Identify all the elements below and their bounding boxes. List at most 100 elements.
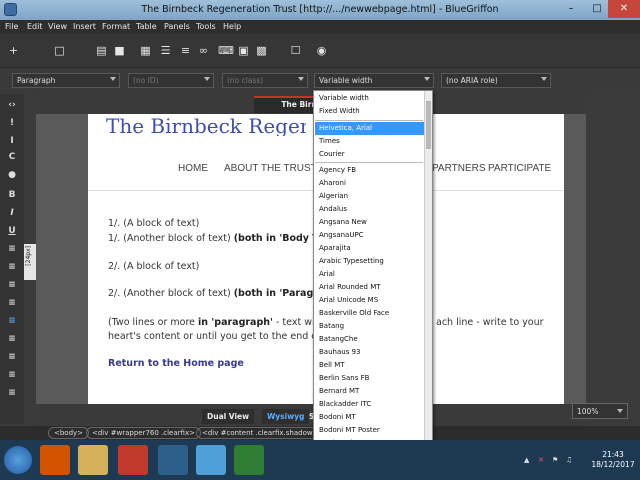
tray-arrow-icon[interactable]: ▲ (524, 456, 529, 464)
home-page-link[interactable]: Return to the Home page (108, 358, 244, 369)
file-explorer-icon[interactable] (78, 445, 108, 475)
dropdown-font-item[interactable]: Arial Rounded MT (315, 281, 425, 294)
dropdown-item-times[interactable]: Times (315, 135, 425, 148)
bluegriffon-taskbar-icon[interactable] (234, 445, 264, 475)
zoom-select[interactable]: 100% (572, 403, 628, 419)
start-button[interactable] (4, 446, 32, 474)
table-icon[interactable]: ▦ (140, 45, 151, 56)
dropdown-font-item[interactable]: AngsanaUPC (315, 229, 425, 242)
sidebar-c-icon[interactable]: C (6, 152, 18, 162)
system-clock[interactable]: 21:43 18/12/2017 (588, 450, 638, 470)
bold-button[interactable]: B (6, 190, 18, 200)
aria-role-select[interactable]: (no ARIA role) (441, 73, 551, 88)
text-line-1[interactable]: 1/. (A block of text) (108, 218, 199, 229)
menu-panels[interactable]: Panels (164, 22, 190, 31)
sidebar-align-icon[interactable]: ≡ (6, 298, 18, 308)
breadcrumb-wrapper[interactable]: <div #wrapper760 .clearfix> (86, 427, 201, 439)
dropdown-font-item[interactable]: Aparajita (315, 242, 425, 255)
sidebar-align-icon[interactable]: ≡ (6, 316, 18, 326)
save-icon[interactable]: ▤ (96, 45, 107, 56)
dropdown-font-item[interactable]: Bell MT (315, 359, 425, 372)
paragraph-line-2[interactable]: heart's content or until you get to the … (108, 331, 341, 342)
open-icon[interactable]: □ (54, 45, 65, 56)
globe-icon[interactable]: ◉ (316, 45, 327, 56)
sidebar-info-icon[interactable]: I (6, 136, 18, 146)
paragraph-format-select[interactable]: Paragraph (12, 73, 120, 88)
new-icon[interactable]: + (8, 45, 19, 56)
network-icon[interactable]: ✕ (538, 456, 544, 464)
bullets-icon[interactable]: ≡ (180, 45, 191, 56)
class-select[interactable]: (no class) (222, 73, 308, 88)
dropdown-font-item[interactable]: Bauhaus 93 (315, 346, 425, 359)
italic-button[interactable]: I (6, 208, 18, 218)
sidebar-align-icon[interactable]: ≡ (6, 334, 18, 344)
menu-edit[interactable]: Edit (27, 22, 43, 31)
nav-home[interactable]: HOME (178, 163, 208, 174)
firefox-icon[interactable] (40, 445, 70, 475)
dropdown-font-item[interactable]: Bodoni MT Poster (315, 424, 425, 437)
close-button[interactable]: ✕ (608, 0, 640, 18)
underline-button[interactable]: U (6, 226, 18, 236)
nav-about-the-trust[interactable]: ABOUT THE TRUST (224, 163, 317, 174)
dropdown-font-item[interactable]: Arial Unicode MS (315, 294, 425, 307)
nav-partners[interactable]: PARTNERS (432, 163, 486, 174)
sidebar-list-icon[interactable]: ≡ (6, 244, 18, 254)
wysiwyg-button[interactable]: Wysiwyg (262, 409, 310, 424)
dropdown-scrollbar[interactable] (424, 91, 432, 479)
dropdown-item-helvetica-arial[interactable]: Helvetica, Arial (315, 122, 425, 135)
scrollbar-thumb[interactable] (426, 101, 431, 149)
dropdown-font-item[interactable]: Berlin Sans FB (315, 372, 425, 385)
text-line-3[interactable]: 2/. (A block of text) (108, 261, 199, 272)
dropdown-font-item[interactable]: BatangChe (315, 333, 425, 346)
id-select[interactable]: (no ID) (128, 73, 214, 88)
dropdown-font-item[interactable]: Andalus (315, 203, 425, 216)
dropdown-font-item[interactable]: Bernard MT (315, 385, 425, 398)
sidebar-list-icon[interactable]: ≡ (6, 280, 18, 290)
paint-icon[interactable] (158, 445, 188, 475)
menu-format[interactable]: Format (102, 22, 130, 31)
dual-view-button[interactable]: Dual View (202, 409, 255, 424)
paragraph-line-1b[interactable]: ach line - write to your (436, 317, 544, 328)
dropdown-font-item[interactable]: Arial (315, 268, 425, 281)
sidebar-circle-icon[interactable]: ● (6, 170, 18, 180)
menu-tools[interactable]: Tools (196, 22, 216, 31)
image-icon[interactable]: ▣ (238, 45, 249, 56)
menu-view[interactable]: View (48, 22, 67, 31)
dropdown-font-item[interactable]: Arabic Typesetting (315, 255, 425, 268)
media-player-icon[interactable] (118, 445, 148, 475)
sidebar-list-icon[interactable]: ≡ (6, 262, 18, 272)
dropdown-item-variable-width[interactable]: Variable width (315, 92, 425, 105)
font-dropdown-list[interactable]: Variable width Fixed Width Helvetica, Ar… (313, 90, 433, 480)
dropdown-item-courier[interactable]: Courier (315, 148, 425, 161)
volume-icon[interactable]: ♫ (566, 456, 572, 464)
sidebar-align-icon[interactable]: ≡ (6, 352, 18, 362)
menu-table[interactable]: Table (136, 22, 157, 31)
sidebar-code-icon[interactable]: ‹› (6, 100, 18, 110)
text-line-4[interactable]: 2/. (Another block of text) (both in 'Pa… (108, 288, 345, 299)
dropdown-font-item[interactable]: Aharoni (315, 177, 425, 190)
flag-icon[interactable]: ⚑ (552, 456, 558, 464)
dropdown-font-item[interactable]: Batang (315, 320, 425, 333)
list-icon[interactable]: ☰ (160, 45, 171, 56)
menu-help[interactable]: Help (223, 22, 241, 31)
link-icon[interactable]: ∞ (198, 45, 209, 56)
dropdown-item-fixed-width[interactable]: Fixed Width (315, 105, 425, 118)
sidebar-outdent-icon[interactable]: ≡ (6, 388, 18, 398)
stop-icon[interactable]: ■ (114, 45, 125, 56)
dropdown-font-item[interactable]: Bodoni MT (315, 411, 425, 424)
minimize-button[interactable]: – (558, 0, 584, 18)
nav-participate[interactable]: PARTICIPATE (488, 163, 551, 174)
dropdown-font-item[interactable]: Algerian (315, 190, 425, 203)
text-line-2[interactable]: 1/. (Another block of text) (both in 'Bo… (108, 233, 342, 244)
font-width-select[interactable]: Variable width (314, 73, 434, 88)
breadcrumb-content[interactable]: <div #content .clearfix.shadow (196, 427, 319, 439)
menu-file[interactable]: File (5, 22, 18, 31)
html-icon[interactable]: ☐ (290, 45, 301, 56)
breadcrumb-body[interactable]: <body> (48, 427, 90, 439)
menu-insert[interactable]: Insert (73, 22, 96, 31)
dropdown-font-item[interactable]: Agency FB (315, 164, 425, 177)
form-icon[interactable]: ▩ (256, 45, 267, 56)
dropdown-font-item[interactable]: Angsana New (315, 216, 425, 229)
sidebar-alert-icon[interactable]: ! (6, 118, 18, 128)
dropdown-font-item[interactable]: Baskerville Old Face (315, 307, 425, 320)
